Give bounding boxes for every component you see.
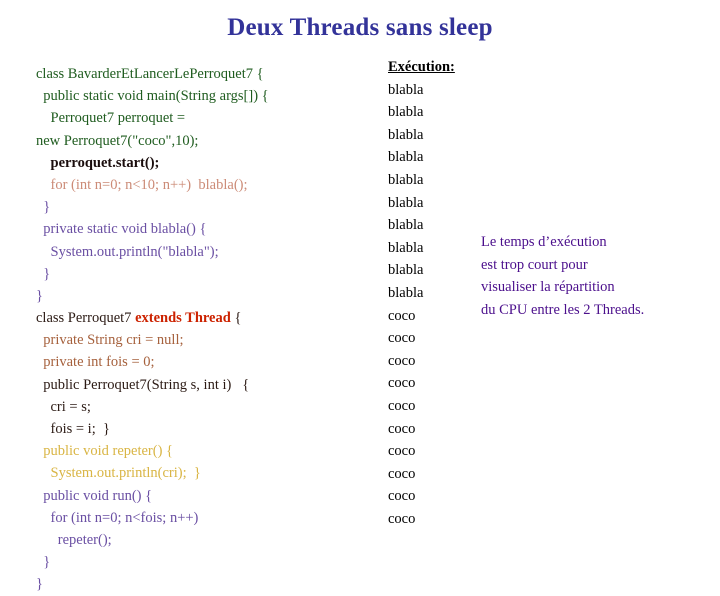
execution-heading: Exécution: <box>388 59 455 75</box>
execution-output-line: coco <box>388 488 416 505</box>
execution-output-line: coco <box>388 375 416 392</box>
code-line: public static void main(String args[]) { <box>36 88 269 105</box>
code-line: System.out.println(cri); } <box>36 465 201 482</box>
execution-output-line: blabla <box>388 104 424 121</box>
code-token-extends-thread: extends Thread <box>135 310 231 327</box>
execution-output-line: coco <box>388 510 416 527</box>
code-token-class-decl: class Perroquet7 <box>36 310 136 327</box>
code-line: perroquet.start(); <box>36 154 160 171</box>
execution-output-line: blabla <box>388 194 424 211</box>
code-line: } <box>36 576 43 593</box>
code-line: public void run() { <box>36 487 153 504</box>
code-line: private String cri = null; <box>36 332 184 349</box>
code-line: public Perroquet7(String s, int i) { <box>36 376 250 393</box>
code-line: fois = i; } <box>36 421 110 437</box>
code-line: cri = s; <box>36 398 91 415</box>
execution-output-line: blabla <box>388 149 424 166</box>
code-line: Perroquet7 perroquet = <box>36 110 186 127</box>
code-line: } <box>36 287 43 304</box>
code-line: class Perroquet7 extends Thread { <box>36 307 356 329</box>
execution-output-line: blabla <box>388 126 424 143</box>
code-token-brace: { <box>230 310 242 327</box>
code-line: public void repeter() { <box>36 443 174 460</box>
code-line: private static void blabla() { <box>36 221 207 238</box>
code-line: class BavarderEtLancerLePerroquet7 { <box>36 66 264 82</box>
annotation-line: visualiser la répartition <box>481 279 615 296</box>
code-line: private int fois = 0; <box>36 354 155 371</box>
annotation-line: du CPU entre les 2 Threads. <box>481 301 645 318</box>
execution-output-line: coco <box>388 420 416 437</box>
execution-output-line: coco <box>388 465 416 482</box>
execution-output-line: coco <box>388 397 416 414</box>
execution-output-line: coco <box>388 352 416 369</box>
code-line: } <box>36 265 51 282</box>
java-code-listing: class BavarderEtLancerLePerroquet7 { pub… <box>36 63 356 596</box>
code-line: for (int n=0; n<10; n++) blabla(); <box>36 176 248 193</box>
code-line: for (int n=0; n<fois; n++) <box>36 509 199 526</box>
execution-output-line: blabla <box>388 81 424 98</box>
page-title: Deux Threads sans sleep <box>227 14 493 41</box>
execution-output-line: blabla <box>388 171 424 188</box>
code-line: } <box>36 199 51 216</box>
annotation-line: Le temps d’exécution <box>481 234 607 250</box>
code-line: } <box>36 554 51 571</box>
execution-output-line: coco <box>388 330 416 347</box>
code-line: repeter(); <box>36 531 112 548</box>
code-line: System.out.println("blabla"); <box>36 243 219 260</box>
annotation-note: Le temps d’exécution est trop court pour v… <box>481 231 711 321</box>
slide-canvas: Deux Threads sans sleep class BavarderEt… <box>0 0 720 592</box>
execution-output-line: coco <box>388 443 416 460</box>
annotation-line: est trop court pour <box>481 256 588 273</box>
code-line: new Perroquet7("coco",10); <box>36 132 199 149</box>
